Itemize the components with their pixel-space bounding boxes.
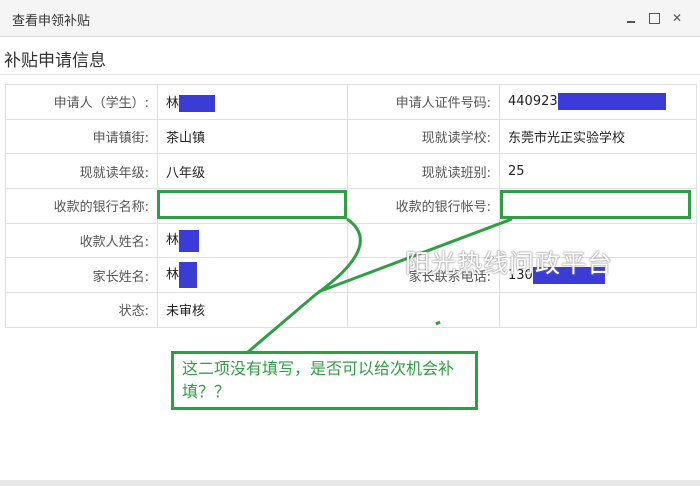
watermark: 阳光热线问政平台 <box>405 249 614 278</box>
annotation-arrows <box>247 217 513 354</box>
arrow-line-left <box>247 217 362 354</box>
bottom-strip <box>0 480 700 486</box>
annotation-callout: 这二项没有填写，是否可以给次机会补填？？ <box>171 351 478 410</box>
marker-dot <box>435 320 441 326</box>
